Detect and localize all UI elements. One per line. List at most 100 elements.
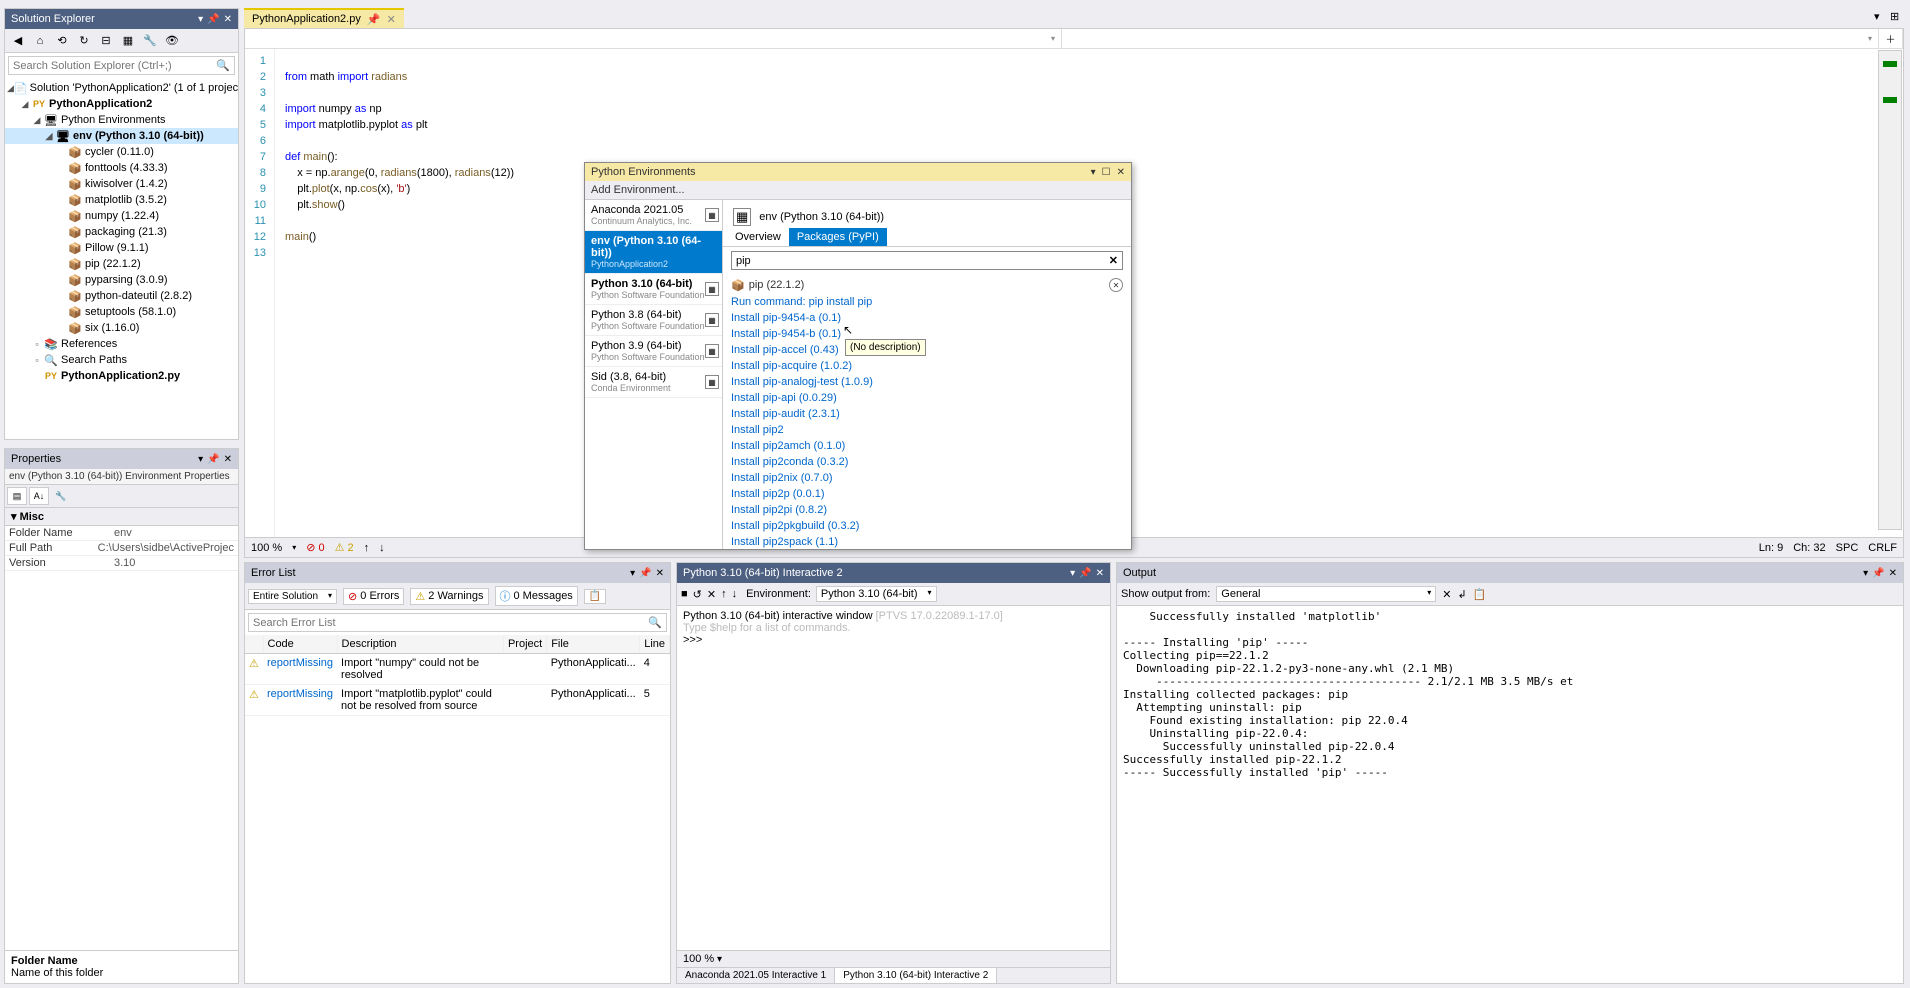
- alphabetical-icon[interactable]: A↓: [29, 487, 49, 505]
- package-node[interactable]: 📦numpy (1.22.4): [5, 208, 238, 224]
- popup-title-bar[interactable]: Python Environments ▾ ☐ ✕: [585, 163, 1131, 181]
- environment-item[interactable]: Python 3.9 (64-bit)Python Software Found…: [585, 336, 722, 367]
- col-project[interactable]: Project: [503, 635, 546, 654]
- package-node[interactable]: 📦cycler (0.11.0): [5, 144, 238, 160]
- db-icon[interactable]: ▦: [705, 282, 719, 296]
- solution-search[interactable]: 🔍: [8, 56, 235, 75]
- package-suggestion[interactable]: Install pip2pi (0.8.2): [731, 502, 1123, 518]
- stop-icon[interactable]: ■: [681, 588, 688, 600]
- dropdown-icon[interactable]: ▾: [1091, 167, 1096, 178]
- toggle-wrap-icon[interactable]: ↲: [1458, 588, 1467, 601]
- package-suggestion[interactable]: Install pip-accel (0.43): [731, 342, 1123, 358]
- interactive-tab[interactable]: Python 3.10 (64-bit) Interactive 2: [835, 968, 997, 983]
- up-icon[interactable]: ↑: [721, 588, 727, 600]
- col-line[interactable]: Line: [640, 635, 670, 654]
- clear-icon[interactable]: ✕: [1442, 588, 1451, 601]
- misc-category[interactable]: ▾ Misc: [5, 508, 238, 526]
- package-suggestion[interactable]: Install pip-9454-b (0.1): [731, 326, 1123, 342]
- close-tab-icon[interactable]: ✕: [387, 13, 396, 26]
- close-icon[interactable]: ✕: [1889, 568, 1897, 579]
- error-search[interactable]: 🔍: [248, 613, 667, 632]
- down-icon[interactable]: ↓: [732, 588, 738, 600]
- collapse-icon[interactable]: ⊟: [97, 32, 115, 50]
- categorized-icon[interactable]: ▤: [7, 487, 27, 505]
- installed-package[interactable]: 📦 pip (22.1.2) ✕: [731, 276, 1123, 294]
- warnings-filter[interactable]: ⚠2 Warnings: [410, 588, 488, 605]
- scope-dropdown[interactable]: Entire Solution: [248, 589, 337, 604]
- back-icon[interactable]: ◀: [9, 32, 27, 50]
- nav-member-dropdown[interactable]: ▾: [1062, 29, 1879, 48]
- package-suggestion[interactable]: Install pip-api (0.0.29): [731, 390, 1123, 406]
- close-icon[interactable]: ✕: [1096, 568, 1104, 579]
- db-icon[interactable]: ▦: [705, 375, 719, 389]
- package-suggestion[interactable]: Install pip-analogj-test (1.0.9): [731, 374, 1123, 390]
- interactive-zoom[interactable]: 100 % ▾: [677, 950, 1110, 967]
- col-description[interactable]: Description: [337, 635, 503, 654]
- clear-search-icon[interactable]: ✕: [1109, 254, 1118, 267]
- environment-item[interactable]: Python 3.8 (64-bit)Python Software Found…: [585, 305, 722, 336]
- refresh-icon[interactable]: ↻: [75, 32, 93, 50]
- package-node[interactable]: 📦matplotlib (3.5.2): [5, 192, 238, 208]
- package-suggestion[interactable]: Install pip2: [731, 422, 1123, 438]
- show-all-icon[interactable]: ▦: [119, 32, 137, 50]
- package-node[interactable]: 📦six (1.16.0): [5, 320, 238, 336]
- package-suggestion[interactable]: Install pip-audit (2.3.1): [731, 406, 1123, 422]
- search-paths-node[interactable]: ▫🔍Search Paths: [5, 352, 238, 368]
- close-icon[interactable]: ✕: [1117, 167, 1125, 178]
- build-filter[interactable]: 📋: [584, 589, 606, 604]
- interactive-output[interactable]: Python 3.10 (64-bit) interactive window …: [677, 606, 1110, 950]
- dropdown-icon[interactable]: ▾: [1863, 568, 1868, 579]
- package-suggestion[interactable]: Install pip2nix (0.7.0): [731, 470, 1123, 486]
- search-icon[interactable]: 🔍: [216, 59, 230, 72]
- dropdown-icon[interactable]: ▾: [1070, 568, 1075, 579]
- property-row[interactable]: Folder Nameenv: [5, 526, 238, 541]
- reset-icon[interactable]: ↺: [693, 588, 702, 601]
- editor-tab[interactable]: PythonApplication2.py 📌 ✕: [244, 8, 404, 29]
- col-file[interactable]: File: [547, 635, 640, 654]
- interactive-tab[interactable]: Anaconda 2021.05 Interactive 1: [677, 968, 835, 983]
- environment-item[interactable]: Sid (3.8, 64-bit)Conda Environment▦: [585, 367, 722, 398]
- clear-icon[interactable]: ✕: [707, 588, 716, 601]
- dropdown-icon[interactable]: ▾: [1874, 10, 1888, 24]
- tab-packages[interactable]: Packages (PyPI): [789, 228, 887, 246]
- package-suggestion[interactable]: Install pip2p (0.0.1): [731, 486, 1123, 502]
- pin-icon[interactable]: 📌: [1872, 568, 1884, 579]
- add-environment-link[interactable]: Add Environment...: [585, 181, 1131, 200]
- scroll-overview[interactable]: [1878, 50, 1902, 530]
- pin-icon[interactable]: 📌: [1079, 568, 1091, 579]
- error-row[interactable]: ⚠reportMissingImport "numpy" could not b…: [245, 654, 670, 685]
- close-icon[interactable]: ✕: [656, 568, 664, 579]
- package-suggestion[interactable]: Install pip-acquire (1.0.2): [731, 358, 1123, 374]
- environment-item[interactable]: Anaconda 2021.05Continuum Analytics, Inc…: [585, 200, 722, 231]
- pin-icon[interactable]: 📌: [639, 568, 651, 579]
- pin-tab-icon[interactable]: 📌: [367, 13, 381, 26]
- db-icon[interactable]: ▦: [705, 313, 719, 327]
- dropdown-icon[interactable]: ▾: [630, 568, 635, 579]
- property-row[interactable]: Full PathC:\Users\sidbe\ActiveProjec: [5, 541, 238, 556]
- package-node[interactable]: 📦pip (22.1.2): [5, 256, 238, 272]
- property-row[interactable]: Version3.10: [5, 556, 238, 571]
- tab-overview[interactable]: Overview: [727, 228, 789, 246]
- remove-package-icon[interactable]: ✕: [1109, 278, 1123, 292]
- package-suggestion[interactable]: Install pip2conda (0.3.2): [731, 454, 1123, 470]
- pin-icon[interactable]: 📌: [207, 454, 219, 465]
- solution-search-input[interactable]: [13, 60, 216, 72]
- zoom-level[interactable]: 100 %: [251, 542, 282, 554]
- nav-up-icon[interactable]: ↑: [364, 542, 370, 554]
- package-node[interactable]: 📦kiwisolver (1.4.2): [5, 176, 238, 192]
- main-file-node[interactable]: PYPythonApplication2.py: [5, 368, 238, 384]
- package-node[interactable]: 📦packaging (21.3): [5, 224, 238, 240]
- col-code[interactable]: Code: [263, 635, 337, 654]
- error-count[interactable]: ⊘ 0: [306, 541, 324, 554]
- python-environments-node[interactable]: ◢🖥Python Environments: [5, 112, 238, 128]
- package-node[interactable]: 📦fonttools (4.33.3): [5, 160, 238, 176]
- wrench-icon[interactable]: 🔧: [51, 487, 71, 505]
- search-icon[interactable]: 🔍: [648, 616, 662, 629]
- split-icon[interactable]: ⊞: [1890, 10, 1904, 24]
- errors-filter[interactable]: ⊘0 Errors: [343, 588, 404, 605]
- package-node[interactable]: 📦Pillow (9.1.1): [5, 240, 238, 256]
- nav-down-icon[interactable]: ↓: [379, 542, 385, 554]
- interactive-env-dropdown[interactable]: Python 3.10 (64-bit) ▾: [816, 586, 937, 602]
- db-icon[interactable]: ▦: [705, 344, 719, 358]
- messages-filter[interactable]: ⓘ0 Messages: [495, 586, 578, 606]
